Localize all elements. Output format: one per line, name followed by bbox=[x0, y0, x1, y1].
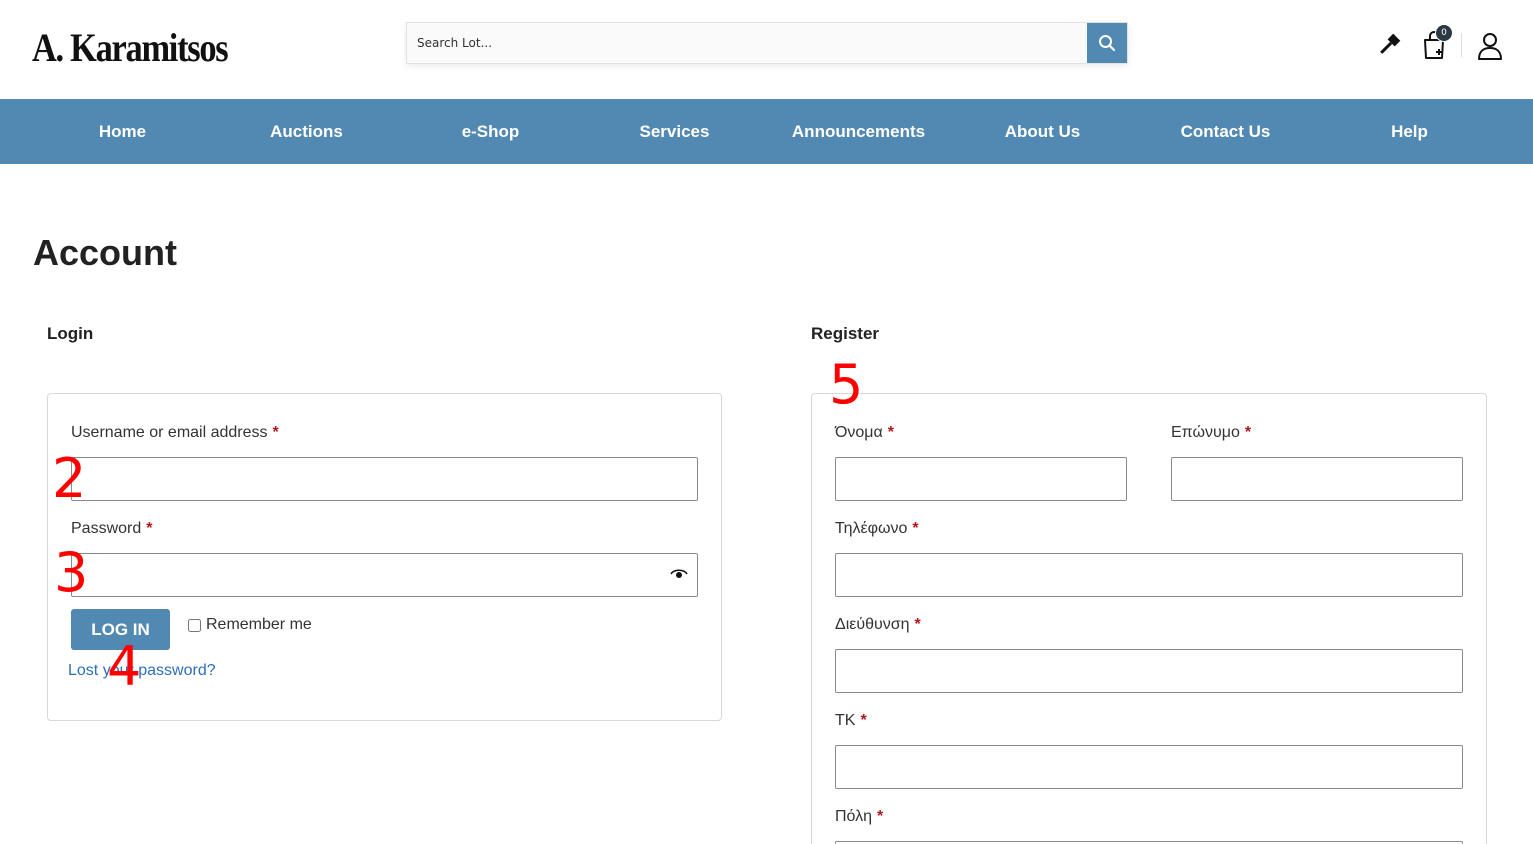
zip-label-text: ΤΚ bbox=[835, 712, 856, 729]
last-name-input[interactable] bbox=[1171, 457, 1463, 501]
auction-hammer-button[interactable] bbox=[1376, 32, 1402, 58]
last-name-label: Επώνυμο * bbox=[1171, 424, 1251, 442]
nav-item-services[interactable]: Services bbox=[583, 99, 766, 164]
phone-label-text: Τηλέφωνο bbox=[835, 520, 908, 537]
password-label: Password * bbox=[71, 520, 152, 538]
required-mark: * bbox=[914, 616, 921, 633]
nav-item-eshop[interactable]: e-Shop bbox=[399, 99, 582, 164]
remember-me-label: Remember me bbox=[206, 616, 312, 633]
search-bar bbox=[406, 22, 1128, 64]
city-label-text: Πόλη bbox=[835, 808, 873, 825]
username-label: Username or email address * bbox=[71, 424, 279, 442]
first-name-label-text: Όνομα bbox=[835, 424, 883, 441]
required-mark: * bbox=[912, 520, 919, 537]
nav-item-home[interactable]: Home bbox=[31, 99, 214, 164]
site-logo[interactable]: A. Karamitsos bbox=[32, 24, 229, 71]
page-title: Account bbox=[33, 232, 177, 273]
zip-input[interactable] bbox=[835, 745, 1463, 789]
phone-input[interactable] bbox=[835, 553, 1463, 597]
search-icon bbox=[1099, 35, 1115, 51]
username-label-text: Username or email address bbox=[71, 424, 268, 441]
nav-item-help[interactable]: Help bbox=[1318, 99, 1501, 164]
city-label: Πόλη * bbox=[835, 808, 883, 826]
password-input[interactable] bbox=[71, 553, 698, 597]
remember-me-checkbox[interactable] bbox=[188, 618, 201, 632]
lost-password-link[interactable]: Lost your password? bbox=[68, 662, 216, 680]
address-label: Διεύθυνση * bbox=[835, 616, 921, 634]
site-header: A. Karamitsos 0 bbox=[0, 0, 1533, 99]
show-password-icon[interactable] bbox=[670, 568, 688, 580]
first-name-input[interactable] bbox=[835, 457, 1127, 501]
password-label-text: Password bbox=[71, 520, 142, 537]
header-divider bbox=[1461, 33, 1462, 57]
zip-label: ΤΚ * bbox=[835, 712, 867, 730]
required-mark: * bbox=[887, 424, 894, 441]
account-button[interactable] bbox=[1476, 31, 1504, 61]
required-mark: * bbox=[860, 712, 867, 729]
required-mark: * bbox=[146, 520, 153, 537]
search-button[interactable] bbox=[1087, 23, 1127, 63]
phone-label: Τηλέφωνο * bbox=[835, 520, 919, 538]
gavel-icon bbox=[1380, 33, 1401, 54]
nav-item-announcements[interactable]: Announcements bbox=[767, 99, 950, 164]
nav-item-auctions[interactable]: Auctions bbox=[215, 99, 398, 164]
search-input[interactable] bbox=[407, 23, 1087, 63]
cart-count-badge: 0 bbox=[1435, 24, 1453, 42]
main-nav: Home Auctions e-Shop Services Announceme… bbox=[0, 99, 1533, 164]
required-mark: * bbox=[877, 808, 884, 825]
annotation-4: 4 bbox=[107, 635, 142, 698]
annotation-5: 5 bbox=[829, 353, 864, 416]
remember-me[interactable]: Remember me bbox=[188, 616, 312, 634]
required-mark: * bbox=[272, 424, 279, 441]
username-input[interactable] bbox=[71, 457, 698, 501]
annotation-3: 3 bbox=[54, 541, 89, 604]
register-title: Register bbox=[811, 324, 880, 343]
login-title: Login bbox=[47, 324, 94, 343]
address-label-text: Διεύθυνση bbox=[835, 616, 910, 633]
last-name-label-text: Επώνυμο bbox=[1171, 424, 1240, 441]
annotation-2: 2 bbox=[52, 447, 87, 510]
user-icon bbox=[1478, 33, 1502, 60]
required-mark: * bbox=[1244, 424, 1252, 441]
nav-item-contact-us[interactable]: Contact Us bbox=[1134, 99, 1317, 164]
nav-item-about-us[interactable]: About Us bbox=[951, 99, 1134, 164]
address-input[interactable] bbox=[835, 649, 1463, 693]
first-name-label: Όνομα * bbox=[835, 424, 894, 442]
